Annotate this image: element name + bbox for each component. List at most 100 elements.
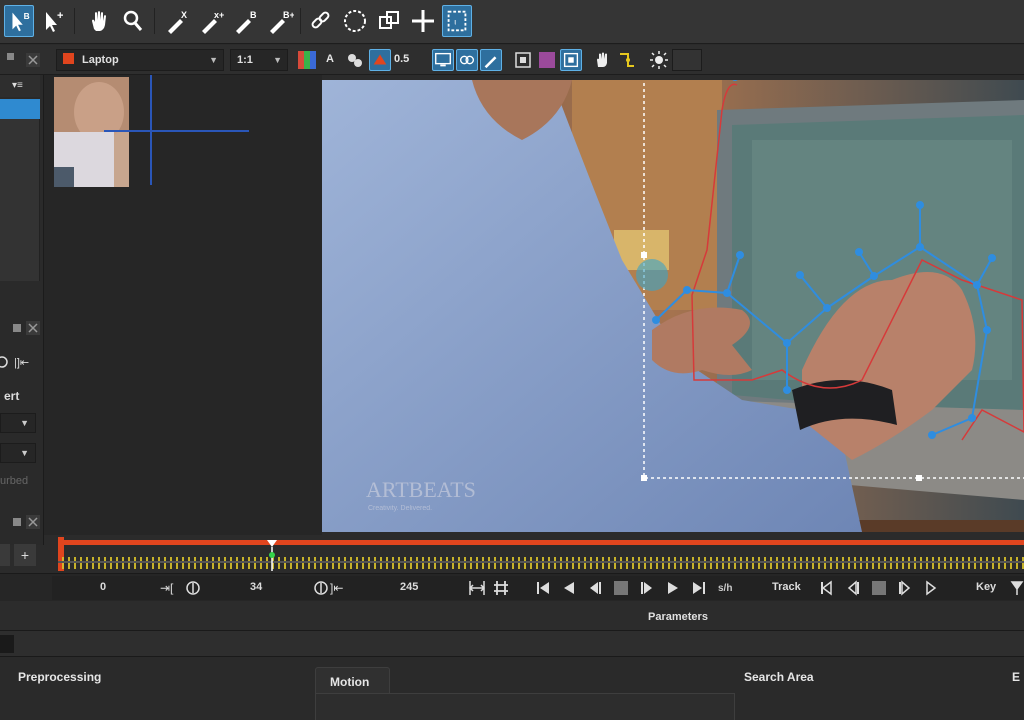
add-keyframe-button[interactable]: [1010, 579, 1024, 597]
fit-range-icon: [468, 581, 486, 595]
opacity-value[interactable]: 0.5: [394, 53, 409, 65]
fit-range-button[interactable]: [468, 579, 486, 597]
link-view-button[interactable]: [456, 49, 478, 71]
brightness-button[interactable]: [648, 49, 670, 71]
track-stop-button[interactable]: [870, 579, 888, 597]
matte-button[interactable]: [536, 49, 558, 71]
step-backward-button[interactable]: [586, 579, 604, 597]
add-key-button[interactable]: +: [14, 544, 36, 566]
preprocessing-section-title: Preprocessing: [18, 670, 102, 684]
surface-handle[interactable]: [916, 475, 922, 481]
tab-motion-label: Motion: [330, 675, 370, 689]
start-frame-field[interactable]: 0: [100, 581, 106, 593]
layer-list: [0, 119, 40, 281]
clip-viewer[interactable]: ARTBEATS Creativity. Delivered.: [322, 80, 1024, 532]
toolbar-separator: [74, 8, 75, 34]
timeline-keyframe-ticks: [62, 557, 1024, 569]
surface-tool-button[interactable]: ι: [442, 5, 472, 37]
track-backward-button[interactable]: [818, 579, 836, 597]
dock-icon[interactable]: [10, 321, 24, 335]
select-add-tool-button[interactable]: +: [38, 5, 68, 37]
view-mode-button[interactable]: [432, 49, 454, 71]
hand-view-button[interactable]: [592, 49, 614, 71]
layer-color-swatch: [63, 53, 74, 64]
parameters-title: Parameters: [648, 611, 708, 623]
svg-text:x+: x+: [214, 10, 224, 20]
select-arrow-plus-icon: +: [46, 10, 63, 32]
zoom-tool-button[interactable]: [118, 5, 148, 37]
parameters-header: Parameters: [0, 601, 1024, 631]
add-point-tool-button[interactable]: x+: [196, 5, 226, 37]
delete-point-tool-button[interactable]: X: [162, 5, 192, 37]
close-icon[interactable]: [26, 321, 40, 335]
lasso-tool-button[interactable]: [340, 5, 370, 37]
section-label-partial: ert: [4, 389, 20, 403]
loop-button[interactable]: [492, 579, 510, 597]
search-area-section-title: Search Area: [744, 670, 814, 684]
dock-icon[interactable]: [10, 515, 24, 529]
end-frame-field[interactable]: 245: [400, 581, 418, 593]
play-backward-button[interactable]: [560, 579, 578, 597]
go-to-start-button[interactable]: [534, 579, 552, 597]
color-channel-button[interactable]: [296, 49, 318, 71]
dropdown-1[interactable]: ▼: [0, 413, 36, 433]
link-tool-button[interactable]: [306, 5, 336, 37]
bezier-point-tool-button[interactable]: B: [230, 5, 260, 37]
select-b-tool-button[interactable]: B: [4, 5, 34, 37]
hand-small-icon: [597, 52, 607, 67]
stop-button[interactable]: [612, 579, 630, 597]
layer-row-selected[interactable]: [0, 99, 40, 119]
close-icon[interactable]: [26, 53, 40, 67]
monitor-icon: [435, 52, 451, 67]
svg-text:|]⇤: |]⇤: [14, 357, 29, 369]
playback-speed-label[interactable]: s/h: [718, 583, 732, 594]
go-to-end-button[interactable]: [690, 579, 708, 597]
tab-motion[interactable]: Motion: [315, 667, 390, 695]
link-icon: [311, 11, 330, 29]
pen-b-plus-icon: B+: [270, 10, 295, 34]
overlay-toggle-button[interactable]: [344, 49, 366, 71]
current-frame-field[interactable]: 34: [250, 581, 262, 593]
transform-tool-button[interactable]: [374, 5, 404, 37]
surface-handle[interactable]: [641, 475, 647, 481]
layer-select[interactable]: Laptop ▼: [56, 49, 224, 71]
spline-point-button[interactable]: [616, 49, 638, 71]
set-out-point-button[interactable]: ]⇤: [312, 579, 356, 597]
zoom-select[interactable]: 1:1 ▼: [230, 49, 288, 71]
track-step-forward-button[interactable]: [896, 579, 914, 597]
surface-handle[interactable]: [641, 252, 647, 258]
svg-text:B: B: [250, 10, 257, 20]
playhead[interactable]: [266, 539, 278, 571]
track-step-backward-button[interactable]: [844, 579, 862, 597]
move-tool-button[interactable]: [408, 5, 438, 37]
layers-panel-column: ▾≡ |]⇤ ert ▼ ▼ urbed: [0, 75, 44, 545]
brightness-slider[interactable]: [672, 49, 702, 71]
dropdown-2[interactable]: ▼: [0, 443, 36, 463]
close-icon[interactable]: [26, 515, 40, 529]
surface-center-handle[interactable]: [636, 259, 668, 291]
timeline[interactable]: [58, 537, 1024, 573]
track-step-forward-icon: [899, 580, 911, 596]
panel-menu-icon[interactable]: ▾≡: [12, 80, 23, 91]
layer-toolbar: Laptop ▼ 1:1 ▼ A 0.5: [0, 45, 1024, 75]
grid-toggle-button[interactable]: [560, 49, 582, 71]
transport-bar: 0 ⇥[ 34 ]⇤ 245 s/h Track Key: [0, 573, 1024, 601]
alpha-channel-label[interactable]: A: [326, 53, 334, 65]
hand-tool-button[interactable]: [84, 5, 114, 37]
bezier-add-tool-button[interactable]: B+: [264, 5, 295, 37]
play-forward-button[interactable]: [664, 579, 682, 597]
svg-text:+: +: [57, 10, 63, 22]
step-forward-button[interactable]: [638, 579, 656, 597]
timing-controls[interactable]: |]⇤: [0, 353, 40, 371]
frame-fit-icon: [515, 52, 531, 68]
track-forward-button[interactable]: [922, 579, 940, 597]
mask-toggle-button[interactable]: [369, 49, 391, 71]
pen-view-button[interactable]: [480, 49, 502, 71]
transform-box-icon: [379, 11, 399, 29]
frame-fit-button[interactable]: [512, 49, 534, 71]
set-in-point-button[interactable]: ⇥[: [160, 579, 204, 597]
panel-collapse-button[interactable]: [0, 635, 14, 653]
timeline-range-bar[interactable]: [58, 540, 1024, 545]
crosshair-icon: [412, 10, 434, 32]
timeline-left-button[interactable]: [0, 544, 10, 566]
